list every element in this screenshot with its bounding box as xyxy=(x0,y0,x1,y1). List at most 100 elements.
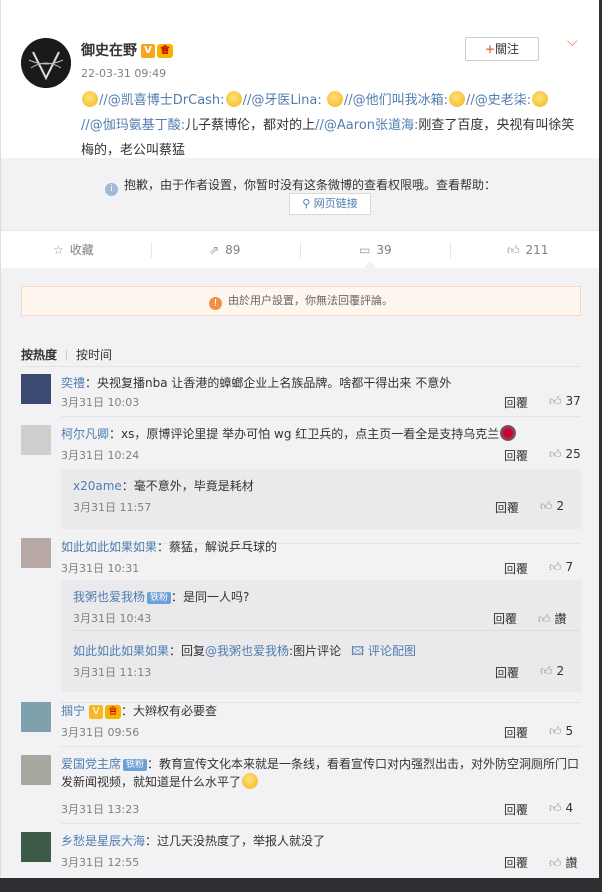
comment-body: ：蔡猛，解说乒乓球的 xyxy=(157,540,278,554)
comment-like-button[interactable]: 👍︎ 4 xyxy=(549,801,573,816)
reply-button[interactable]: 回覆 xyxy=(504,560,528,577)
comment-like-count: 37 xyxy=(565,394,581,408)
comment-like-count: 4 xyxy=(565,801,574,815)
commenter-avatar[interactable] xyxy=(21,425,51,455)
comment-date: 3月31日 10:43 xyxy=(73,612,152,625)
comment-pointer xyxy=(364,261,376,268)
thumbs-up-icon: 👍︎ xyxy=(549,801,562,815)
comment-like-button[interactable]: 👍︎ 37 xyxy=(549,394,581,409)
chevron-down-icon[interactable]: ⌵ xyxy=(567,34,578,50)
emoji-icon xyxy=(82,91,98,107)
mention-link[interactable]: //@史老柒: xyxy=(466,93,531,108)
sub-reply-box: 我粥也爱我杨 铁粉 ：是同一人吗? 3月31日 10:43 回覆 👍︎ 讚 如此如此如… xyxy=(61,580,581,692)
follow-button[interactable]: +關注 xyxy=(465,37,539,61)
reply-button[interactable]: 回覆 xyxy=(504,724,528,741)
thumbs-up-icon: 👍︎ xyxy=(549,394,562,408)
mention-link[interactable]: //@牙医Lina: xyxy=(243,93,322,108)
reply-button[interactable]: 回覆 xyxy=(504,854,528,871)
commenter-avatar[interactable] xyxy=(21,538,51,568)
comment-body: ：回复 xyxy=(169,644,206,658)
comment-like-count: 讚 xyxy=(565,856,578,870)
comment-like-button[interactable]: 👍︎ 5 xyxy=(549,724,573,739)
comment-date: 3月31日 10:24 xyxy=(61,449,140,462)
comment-like-count: 7 xyxy=(565,560,574,574)
commenter-avatar[interactable] xyxy=(21,702,51,732)
emoji-icon xyxy=(449,91,466,107)
reply-button[interactable]: 回覆 xyxy=(504,801,528,818)
mention-link[interactable]: //@Aaron张道海: xyxy=(315,118,418,133)
commenter-name[interactable]: 我粥也爱我杨 xyxy=(73,590,145,604)
favorite-label: 收藏 xyxy=(69,243,94,257)
like-button[interactable]: 👍︎ 211 xyxy=(507,232,548,268)
plus-icon: + xyxy=(484,42,496,56)
verified-icon: V xyxy=(141,44,155,58)
like-count: 211 xyxy=(525,243,549,257)
emoji-icon xyxy=(500,425,517,441)
comment-like-button[interactable]: 👍︎ 25 xyxy=(549,447,581,462)
sort-tabs: 按热度 按时间 xyxy=(21,346,112,363)
commenter-name[interactable]: 爱国党主席 xyxy=(61,757,121,771)
mention-link[interactable]: @我粥也爱我杨 xyxy=(205,644,289,658)
comment-body: ：央视复播nba 让香港的蟑螂企业上名族品牌。啥都干得出来 不意外 xyxy=(85,376,452,390)
thumbs-up-icon: 👍︎ xyxy=(549,447,562,461)
emoji-icon xyxy=(242,773,259,789)
star-icon: ☆ xyxy=(53,243,64,257)
comment-date: 3月31日 09:56 xyxy=(61,726,140,739)
reply-button[interactable]: 回覆 xyxy=(504,447,528,464)
thumbs-up-icon: 👍︎ xyxy=(507,243,520,257)
comment-text: 掴宁 V 會：大辫权有必要查 xyxy=(61,702,581,720)
commenter-avatar[interactable] xyxy=(21,755,51,785)
mention-link[interactable]: //@伽玛氨基丁酸: xyxy=(81,118,185,133)
commenter-name[interactable]: 如此如此如果如果 xyxy=(73,644,169,658)
web-link-label[interactable]: 网页链接 xyxy=(314,197,358,210)
divider xyxy=(61,416,581,417)
comment-like-button[interactable]: 👍︎ 2 xyxy=(540,664,564,679)
comment-like-button[interactable]: 👍︎ 讚 xyxy=(549,854,578,871)
comment-like-button[interactable]: 👍︎ 讚 xyxy=(538,610,567,627)
post-text-segment: 儿子蔡博伦，都对的上 xyxy=(185,118,316,133)
divider xyxy=(66,350,68,360)
divider xyxy=(61,746,581,747)
reply-button[interactable]: 回覆 xyxy=(495,664,519,681)
action-bar: ☆ 收藏 ⇗ 89 ▭ 39 👍︎ 211 xyxy=(1,232,599,269)
reply-button[interactable]: 回覆 xyxy=(493,610,517,627)
commenter-avatar[interactable] xyxy=(21,374,51,404)
author-avatar[interactable] xyxy=(21,38,71,88)
post-time[interactable]: 22-03-31 09:49 xyxy=(81,67,166,80)
reply-button[interactable]: 回覆 xyxy=(495,499,519,516)
comment-count: 39 xyxy=(376,243,392,257)
divider xyxy=(73,630,581,631)
tab-time[interactable]: 按时间 xyxy=(76,348,112,362)
commenter-name[interactable]: x20ame xyxy=(73,479,122,493)
image-comment-label[interactable]: 评论配图 xyxy=(368,644,416,658)
mention-link[interactable]: //@他们叫我冰箱: xyxy=(344,93,448,108)
author-name[interactable]: 御史在野 V 會 xyxy=(81,40,173,60)
mention-link[interactable]: //@凯喜博士DrCash: xyxy=(99,93,225,108)
commenter-name[interactable]: 柯尔凡卿 xyxy=(61,427,109,441)
commenter-name[interactable]: 奕禮 xyxy=(61,376,85,390)
commenter-avatar[interactable] xyxy=(21,832,51,862)
comment-text: 爱国党主席 铁粉 ：教育宣传文化本来就是一条线，看看宣传口对内强烈出击，对外防空洞厕… xyxy=(61,755,581,791)
emoji-icon xyxy=(532,91,549,107)
web-link[interactable]: ⚲ 网页链接 xyxy=(289,193,371,215)
comment-date: 3月31日 10:03 xyxy=(61,396,140,409)
commenter-name[interactable]: 掴宁 xyxy=(61,704,85,718)
comment-like-button[interactable]: 👍︎ 2 xyxy=(540,499,564,514)
commenter-name[interactable]: 乡愁是星辰大海 xyxy=(61,834,145,848)
emoji-icon xyxy=(326,91,343,107)
author-name-text[interactable]: 御史在野 xyxy=(81,43,137,59)
tab-hot[interactable]: 按热度 xyxy=(21,348,57,362)
comment-like-count: 2 xyxy=(556,664,565,678)
follow-label: 關注 xyxy=(495,42,520,56)
image-comment-link[interactable]: 🖾︎ 评论配图 xyxy=(351,644,416,658)
favorite-button[interactable]: ☆ 收藏 xyxy=(53,232,94,268)
reply-button[interactable]: 回覆 xyxy=(504,394,528,411)
sub-reply-text: 我粥也爱我杨 铁粉 ：是同一人吗? xyxy=(73,588,249,605)
comment-like-button[interactable]: 👍︎ 7 xyxy=(549,560,573,575)
bottom-bar xyxy=(0,878,602,892)
repost-button[interactable]: ⇗ 89 xyxy=(209,232,240,268)
weibo-card: 御史在野 V 會 22-03-31 09:49 +關注 ⌵ //@凯喜博士DrCas… xyxy=(0,0,599,878)
comment-date: 3月31日 11:57 xyxy=(73,501,152,514)
commenter-name[interactable]: 如此如此如果如果 xyxy=(61,540,157,554)
comment-body: ：大辫权有必要查 xyxy=(121,704,218,718)
